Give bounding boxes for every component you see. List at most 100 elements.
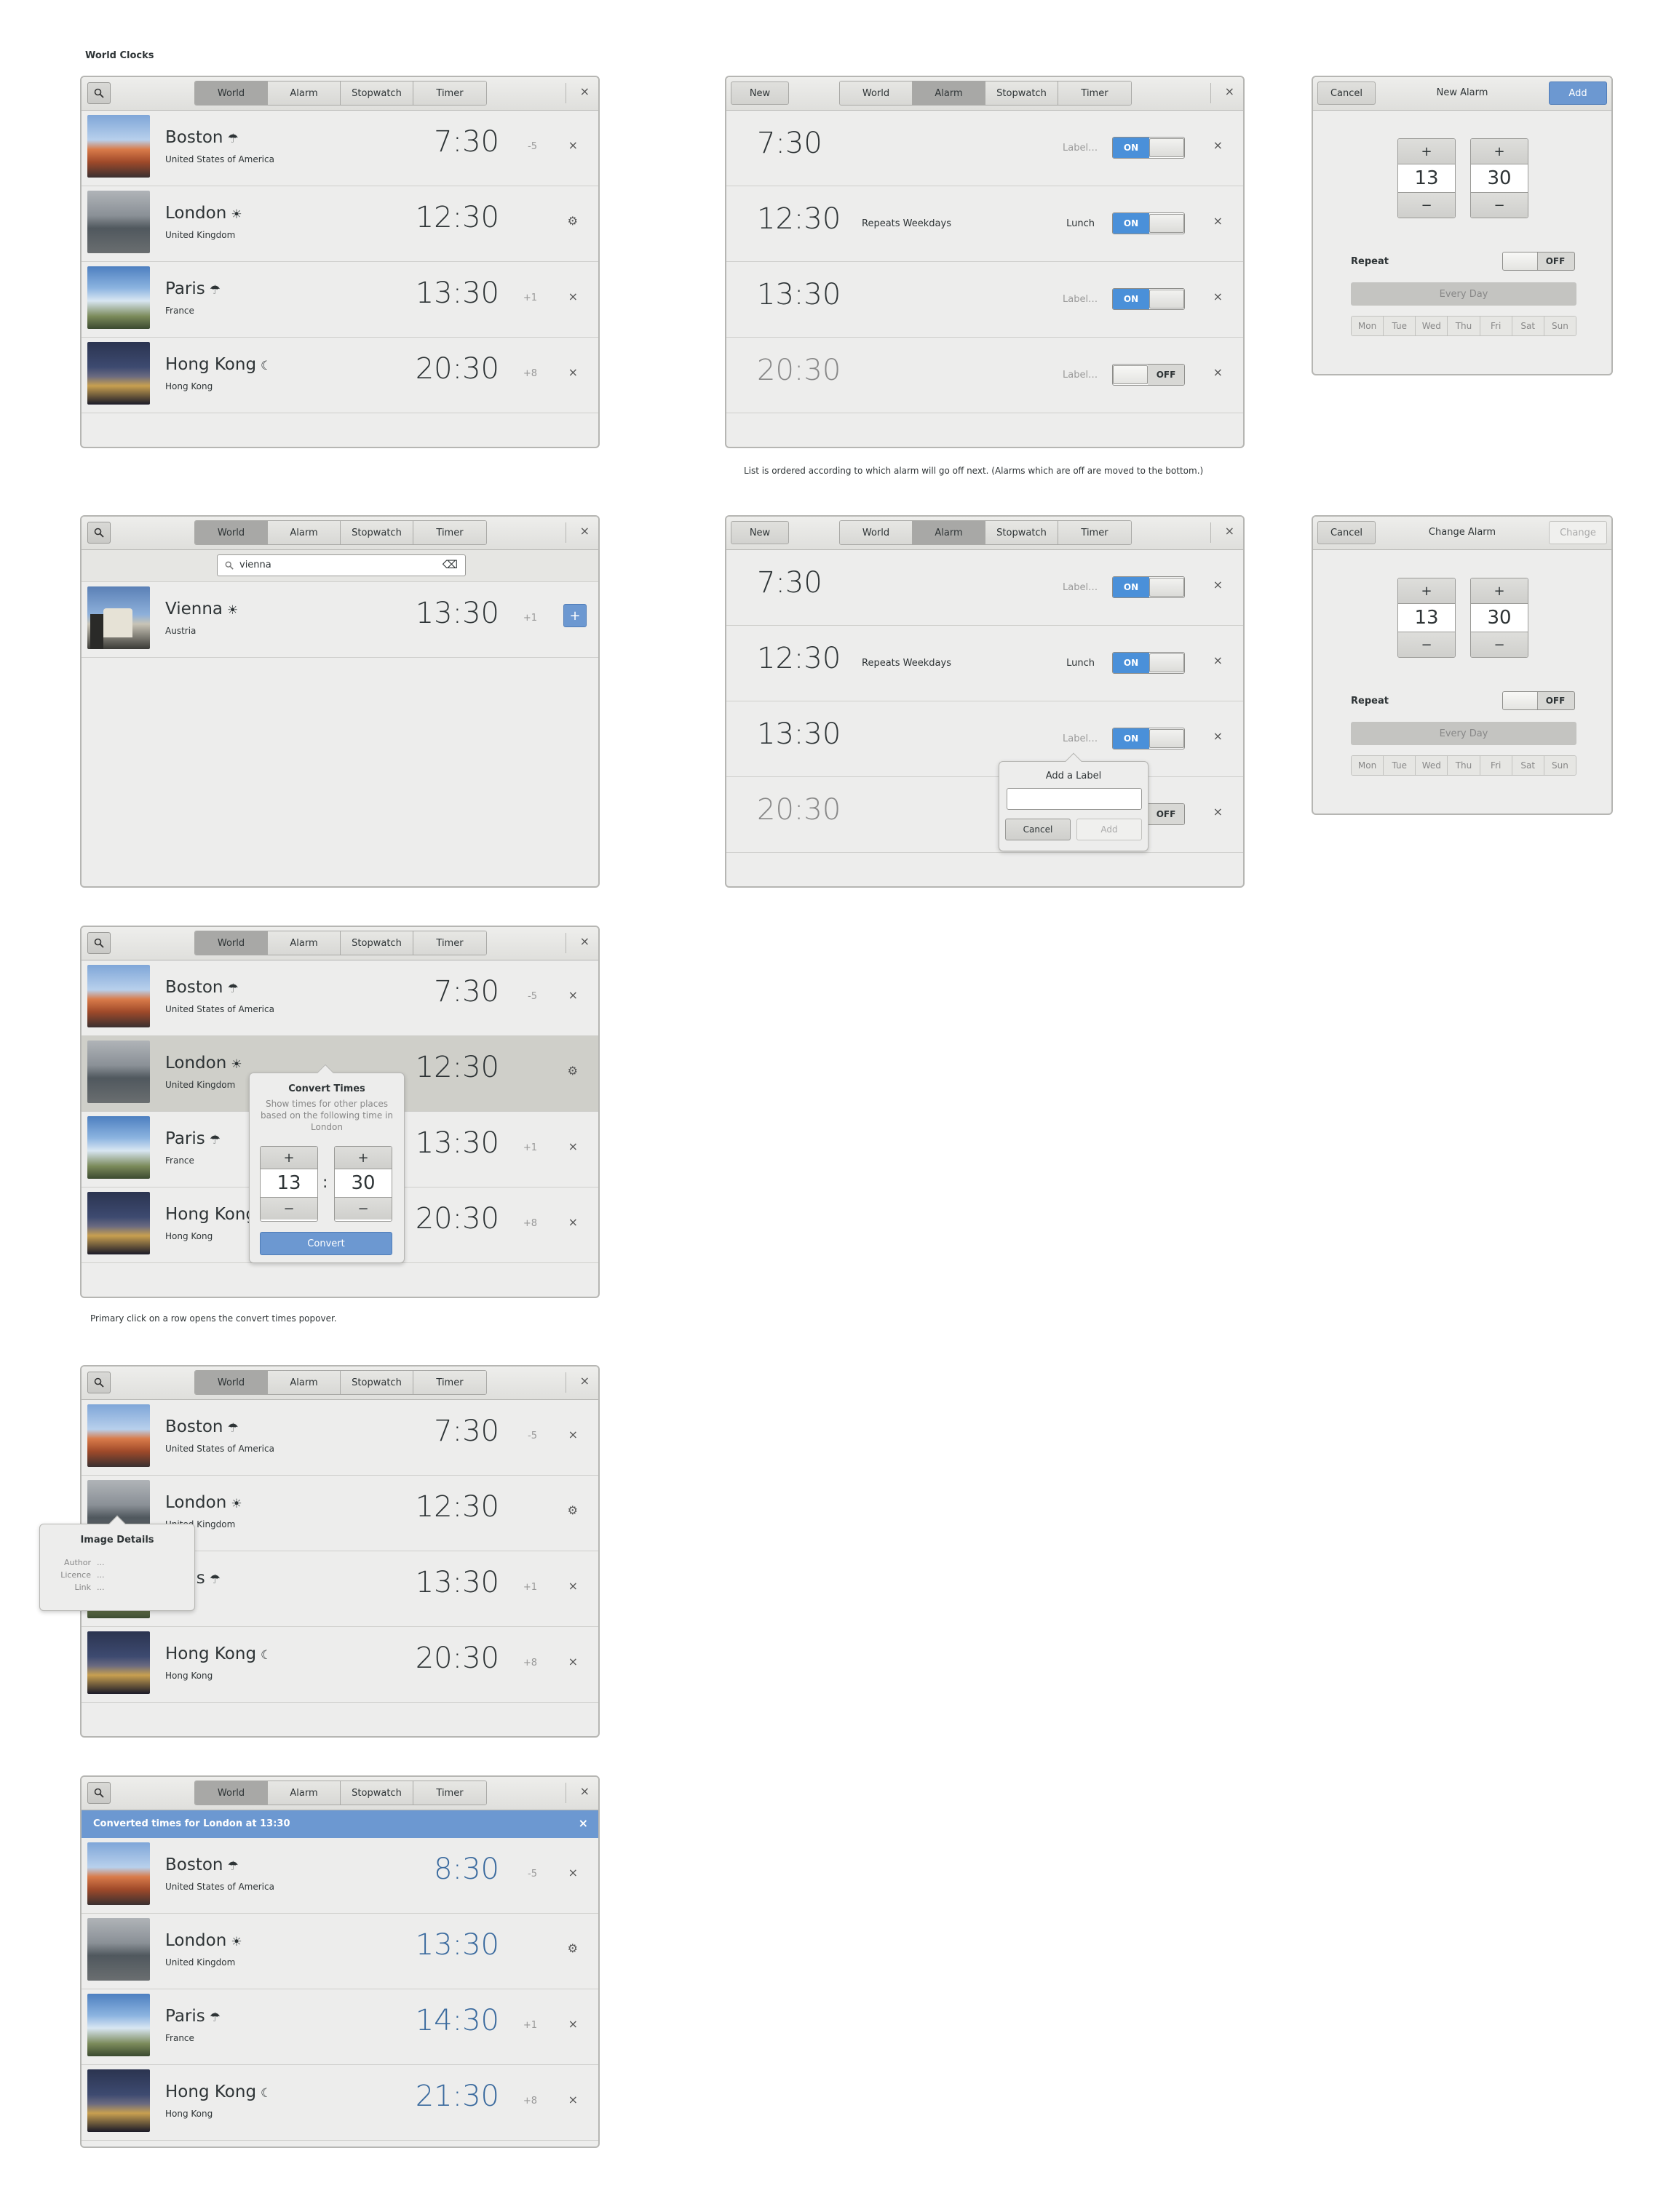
clock-row[interactable]: Paris ☂ France 14:30 +1 ×	[82, 1989, 598, 2065]
day-thu[interactable]: Thu	[1448, 317, 1480, 335]
search-result-row[interactable]: Vienna ☀ Austria 13:30 +1 +	[82, 582, 598, 658]
boston-thumbnail[interactable]	[87, 1842, 150, 1905]
minute-value[interactable]: 30	[1471, 603, 1528, 632]
paris-thumbnail[interactable]	[87, 1116, 150, 1179]
label-input[interactable]	[1007, 788, 1142, 810]
alarm-toggle[interactable]: OFF	[1112, 364, 1185, 386]
alarm-label[interactable]: Label…	[1063, 143, 1098, 154]
hour-increment-button[interactable]: +	[1398, 578, 1455, 603]
hour-decrement-button[interactable]: −	[1398, 193, 1455, 218]
clock-row[interactable]: Hong Kong☾ Hong Kong 20:30 +8 ×	[82, 1627, 598, 1703]
tab-world[interactable]: World	[840, 81, 913, 105]
search-button[interactable]	[87, 1782, 111, 1804]
alarm-label[interactable]: Label…	[1063, 582, 1098, 593]
minute-spinner[interactable]: + 30 −	[334, 1146, 392, 1222]
tab-alarm[interactable]: Alarm	[268, 1781, 341, 1805]
tab-timer[interactable]: Timer	[1058, 521, 1131, 544]
hour-value[interactable]: 13	[1398, 603, 1455, 632]
location-gear-icon[interactable]: ⚙	[568, 1941, 578, 1955]
alarm-toggle[interactable]: ON	[1112, 652, 1185, 674]
tab-stopwatch[interactable]: Stopwatch	[985, 521, 1058, 544]
day-wed[interactable]: Wed	[1416, 756, 1448, 775]
close-window-button[interactable]: ×	[1225, 524, 1234, 538]
day-sun[interactable]: Sun	[1544, 317, 1576, 335]
tab-timer[interactable]: Timer	[413, 1781, 486, 1805]
alarm-row[interactable]: 12:30 Repeats Weekdays Lunch ON ×	[726, 626, 1243, 701]
paris-thumbnail[interactable]	[87, 1994, 150, 2056]
remove-alarm-button[interactable]: ×	[1213, 214, 1223, 228]
clock-row[interactable]: London ☀ United Kingdom 13:30 ⚙	[82, 1914, 598, 1989]
tab-timer[interactable]: Timer	[413, 931, 486, 955]
boston-thumbnail[interactable]	[87, 1404, 150, 1467]
search-button[interactable]	[87, 1372, 111, 1393]
close-window-button[interactable]: ×	[1225, 84, 1234, 98]
day-tue[interactable]: Tue	[1384, 317, 1416, 335]
minute-spinner[interactable]: + 30 −	[1470, 138, 1528, 218]
paris-thumbnail[interactable]	[87, 266, 150, 329]
tab-world[interactable]: World	[195, 1781, 268, 1805]
search-button[interactable]	[87, 82, 111, 104]
close-window-button[interactable]: ×	[580, 84, 590, 98]
tab-stopwatch[interactable]: Stopwatch	[341, 931, 413, 955]
add-city-button[interactable]: +	[563, 604, 587, 627]
alarm-label[interactable]: Lunch	[1063, 218, 1095, 229]
hour-increment-button[interactable]: +	[1398, 139, 1455, 164]
alarm-row[interactable]: 13:30 Label… ON ×	[726, 701, 1243, 777]
alarm-row[interactable]: 20:30 Label… OFF ×	[726, 777, 1243, 853]
hour-decrement-button[interactable]: −	[261, 1198, 317, 1220]
hour-value[interactable]: 13	[261, 1169, 317, 1198]
hong-kong-thumbnail[interactable]	[87, 2069, 150, 2132]
day-fri[interactable]: Fri	[1480, 317, 1512, 335]
alarm-toggle[interactable]: ON	[1112, 288, 1185, 310]
convert-button[interactable]: Convert	[260, 1232, 392, 1255]
tab-alarm[interactable]: Alarm	[913, 81, 985, 105]
hong-kong-thumbnail[interactable]	[87, 342, 150, 405]
london-thumbnail[interactable]	[87, 1041, 150, 1103]
tab-world[interactable]: World	[195, 931, 268, 955]
tab-alarm[interactable]: Alarm	[268, 81, 341, 105]
alarm-toggle[interactable]: ON	[1112, 212, 1185, 234]
tab-timer[interactable]: Timer	[413, 521, 486, 544]
tab-timer[interactable]: Timer	[413, 81, 486, 105]
clock-row[interactable]: Boston ☂ United States of America 7:30 -5…	[82, 1400, 598, 1476]
tab-stopwatch[interactable]: Stopwatch	[341, 1781, 413, 1805]
remove-clock-button[interactable]: ×	[568, 1655, 578, 1668]
repeat-toggle[interactable]: OFF	[1502, 252, 1575, 271]
remove-alarm-button[interactable]: ×	[1213, 653, 1223, 667]
boston-thumbnail[interactable]	[87, 965, 150, 1027]
location-gear-icon[interactable]: ⚙	[568, 214, 578, 228]
day-sun[interactable]: Sun	[1544, 756, 1576, 775]
tab-alarm[interactable]: Alarm	[268, 931, 341, 955]
cancel-label-button[interactable]: Cancel	[1005, 819, 1071, 840]
tab-world[interactable]: World	[195, 521, 268, 544]
boston-thumbnail[interactable]	[87, 115, 150, 178]
remove-clock-button[interactable]: ×	[568, 1428, 578, 1441]
close-window-button[interactable]: ×	[580, 524, 590, 538]
add-label-button[interactable]: Add	[1076, 819, 1142, 840]
tab-timer[interactable]: Timer	[413, 1371, 486, 1394]
close-window-button[interactable]: ×	[580, 934, 590, 948]
alarm-label[interactable]: Lunch	[1063, 658, 1095, 669]
clear-search-icon[interactable]: ⌫	[443, 558, 458, 571]
new-alarm-button[interactable]: New	[731, 521, 789, 544]
location-gear-icon[interactable]: ⚙	[568, 1064, 578, 1078]
tab-stopwatch[interactable]: Stopwatch	[341, 81, 413, 105]
minute-increment-button[interactable]: +	[1471, 578, 1528, 603]
minute-decrement-button[interactable]: −	[1471, 632, 1528, 657]
repeat-toggle[interactable]: OFF	[1502, 691, 1575, 710]
close-window-button[interactable]: ×	[580, 1784, 590, 1798]
hour-spinner[interactable]: + 13 −	[1397, 138, 1456, 218]
remove-clock-button[interactable]: ×	[568, 2017, 578, 2031]
link-value[interactable]: ...	[97, 1581, 105, 1594]
change-alarm-button[interactable]: Change	[1549, 521, 1607, 544]
tab-stopwatch[interactable]: Stopwatch	[985, 81, 1058, 105]
remove-alarm-button[interactable]: ×	[1213, 805, 1223, 819]
tab-alarm[interactable]: Alarm	[913, 521, 985, 544]
tab-world[interactable]: World	[840, 521, 913, 544]
clock-row[interactable]: Boston ☂ United States of America 8:30 -5…	[82, 1838, 598, 1914]
clock-row[interactable]: Paris☂ France 13:30 +1 ×	[82, 262, 598, 338]
remove-clock-button[interactable]: ×	[568, 1579, 578, 1593]
day-tue[interactable]: Tue	[1384, 756, 1416, 775]
london-thumbnail[interactable]	[87, 1918, 150, 1981]
minute-spinner[interactable]: + 30 −	[1470, 578, 1528, 658]
